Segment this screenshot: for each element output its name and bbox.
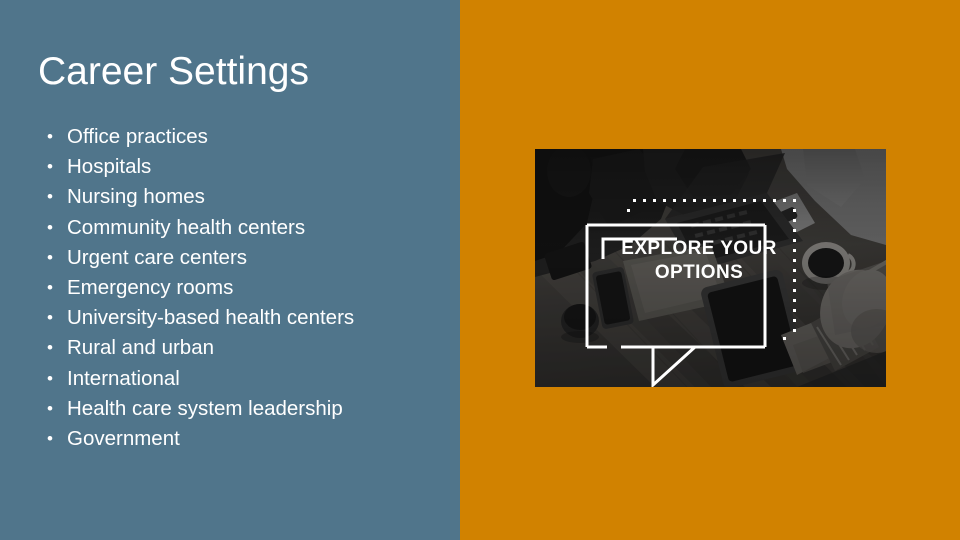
list-item: • Nursing homes	[44, 182, 444, 212]
bullet-icon: •	[47, 217, 53, 237]
bullet-icon: •	[47, 247, 53, 267]
bullet-icon: •	[47, 187, 53, 207]
list-item: • Emergency rooms	[44, 273, 444, 303]
overlay-caption-line-1: EXPLORE YOUR	[621, 238, 777, 259]
list-item: • International	[44, 364, 444, 394]
list-item-label: Office practices	[67, 125, 208, 148]
list-item-label: Urgent care centers	[67, 245, 248, 269]
list-item-label: Nursing homes	[67, 185, 205, 209]
bullet-icon: •	[47, 127, 53, 146]
list-item: • Office practices	[44, 122, 444, 152]
list-item: • Health care system leadership	[44, 394, 444, 424]
bullet-icon: •	[47, 398, 53, 418]
list-item-label: Government	[67, 426, 180, 450]
career-settings-list: • Office practices • Hospitals • Nursing…	[44, 122, 444, 454]
overlay-caption-line-2: OPTIONS	[654, 262, 744, 283]
overlay-caption: EXPLORE YOUR OPTIONS	[605, 237, 793, 285]
list-item-label: Hospitals	[67, 155, 152, 179]
list-item-label: Rural and urban	[67, 336, 215, 360]
list-item: • Government	[44, 424, 444, 454]
list-item: • Hospitals	[44, 152, 444, 182]
list-item: • University-based health centers	[44, 303, 444, 333]
list-item-label: International	[67, 366, 180, 390]
bullet-icon: •	[47, 338, 53, 358]
page-title: Career Settings	[38, 50, 309, 93]
list-item-label: Health care system leadership	[67, 396, 343, 420]
list-item: • Community health centers	[44, 213, 444, 243]
bullet-icon: •	[47, 277, 53, 297]
bullet-icon: •	[47, 428, 53, 448]
list-item-label: University-based health centers	[67, 306, 355, 330]
explore-your-options-photo: EXPLORE YOUR OPTIONS	[535, 149, 886, 387]
bullet-icon: •	[47, 368, 53, 388]
slide: Career Settings • Office practices • Hos…	[0, 0, 960, 540]
list-item: • Urgent care centers	[44, 243, 444, 273]
list-item-label: Emergency rooms	[67, 275, 234, 299]
bullet-icon: •	[47, 308, 53, 328]
bullet-icon: •	[47, 157, 53, 177]
list-item: • Rural and urban	[44, 333, 444, 363]
list-item-label: Community health centers	[67, 215, 306, 239]
